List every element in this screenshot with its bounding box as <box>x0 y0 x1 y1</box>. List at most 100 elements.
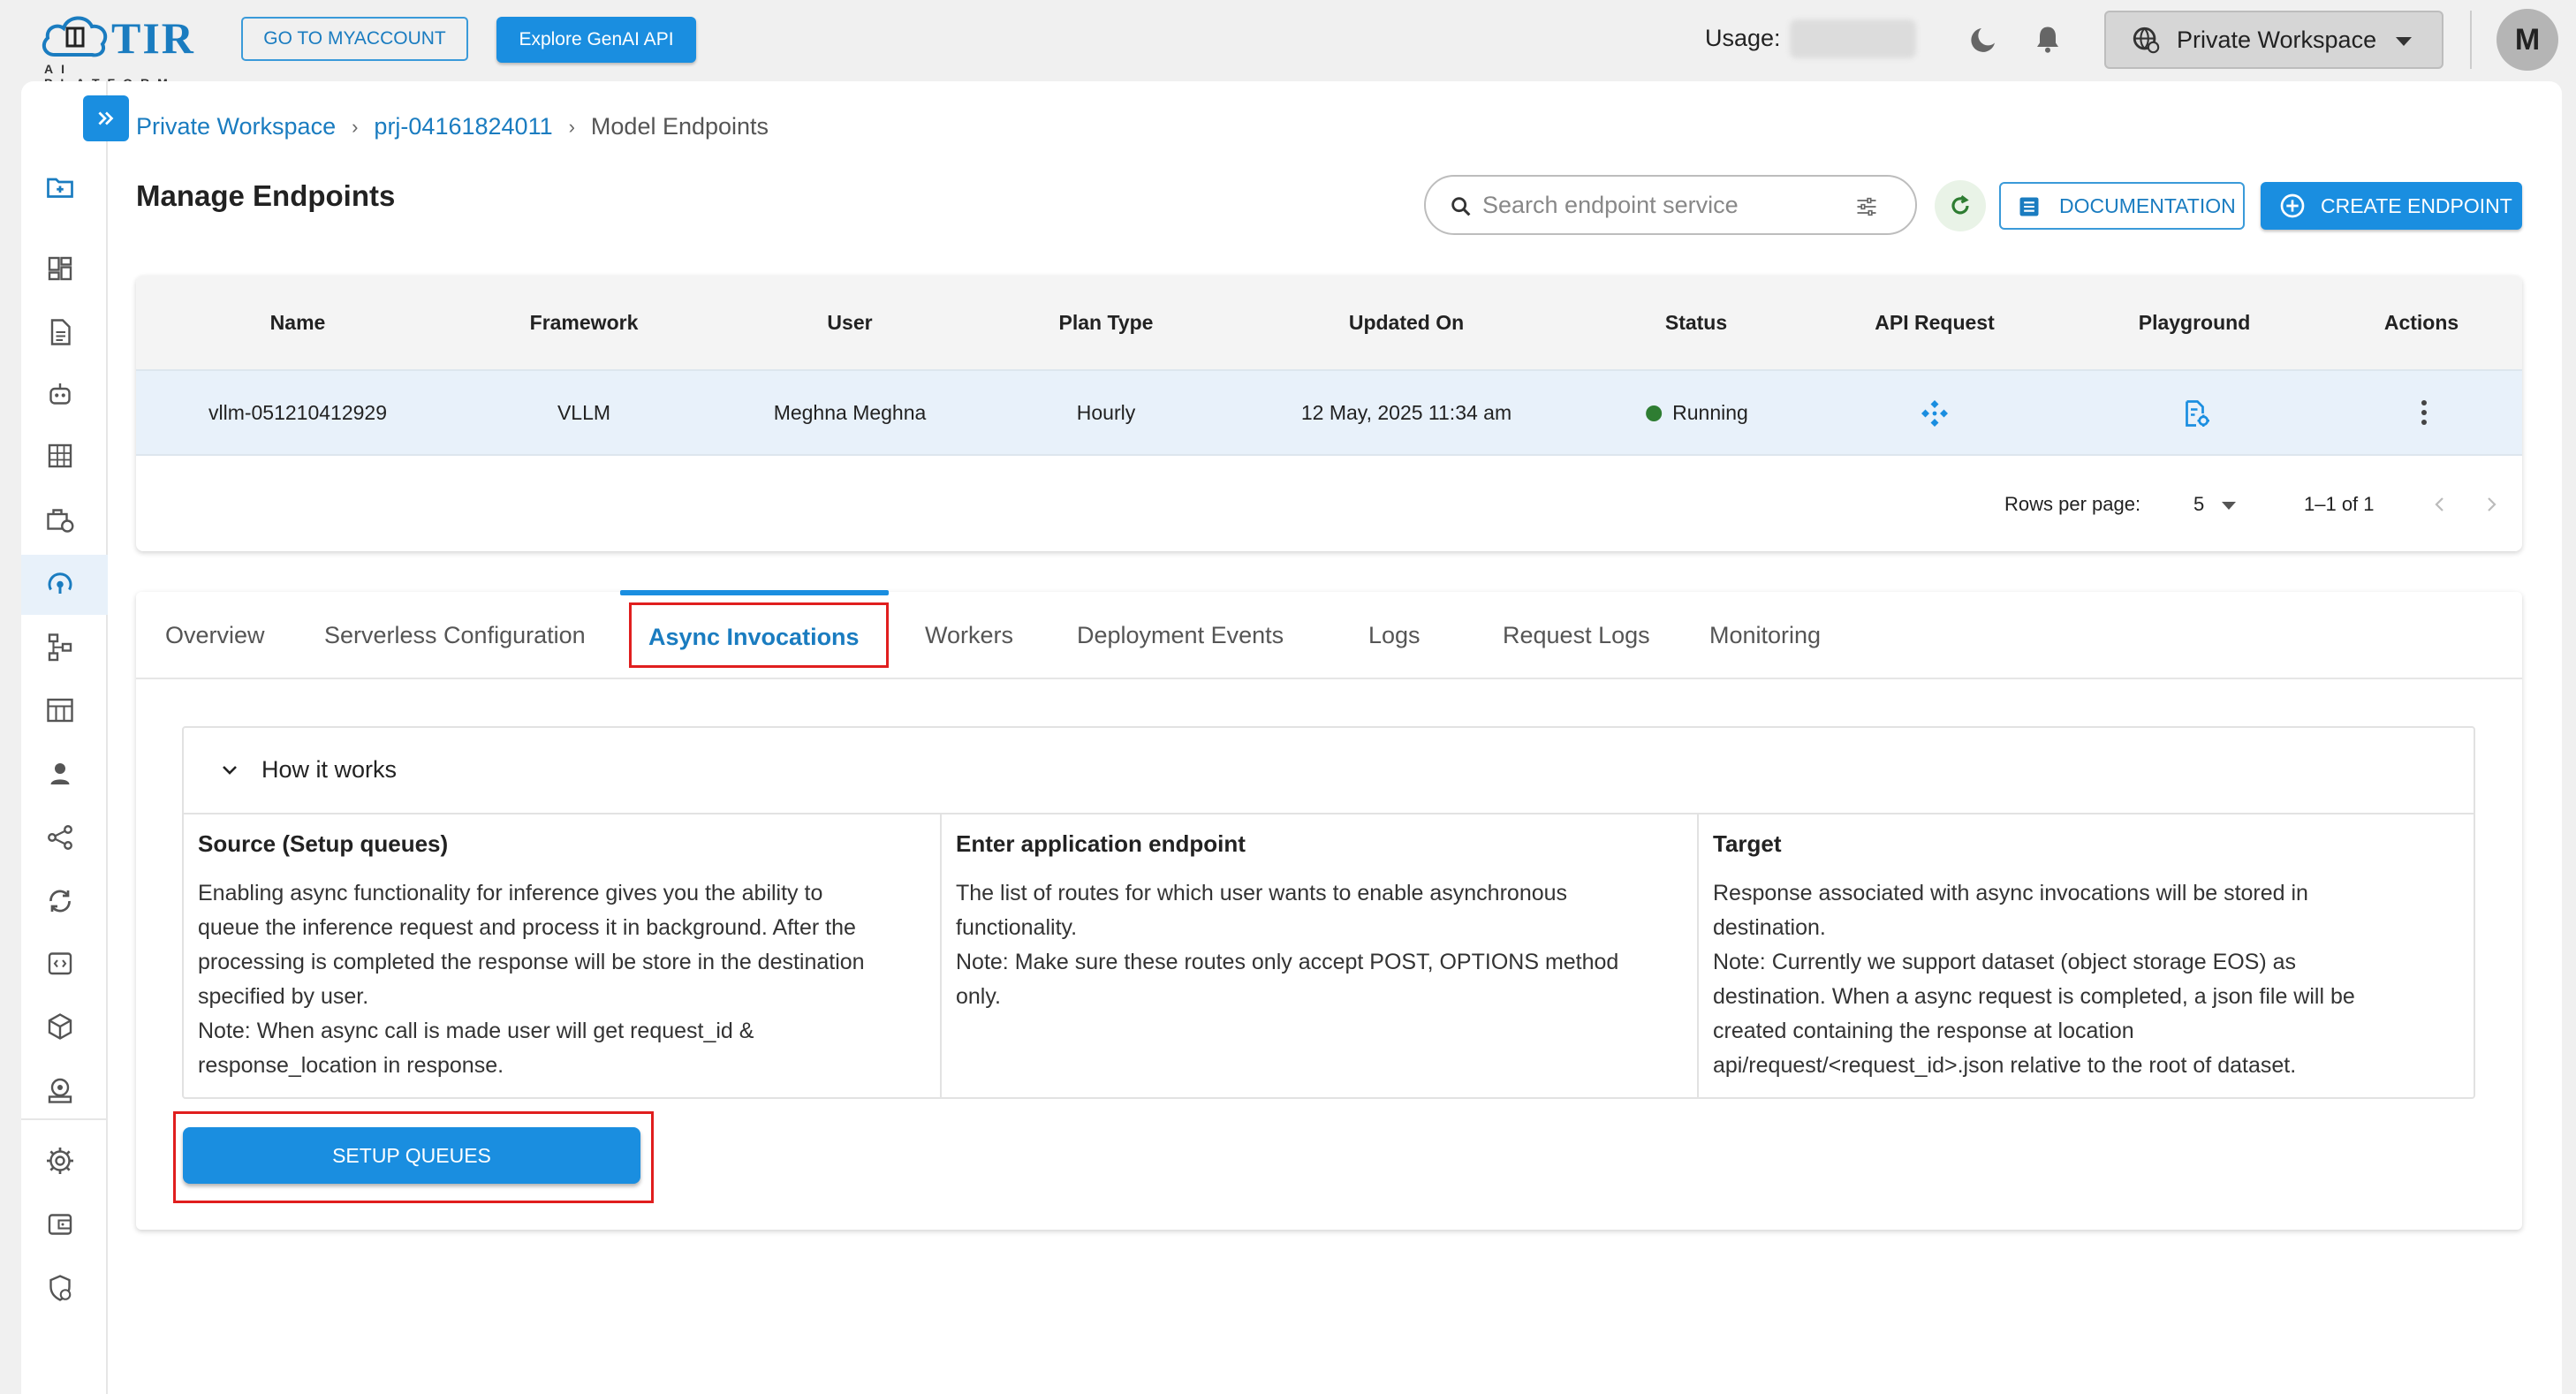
breadcrumb-current: Model Endpoints <box>590 113 769 140</box>
target-description: Response associated with async invocatio… <box>1713 876 2355 1083</box>
workspace-globe-icon <box>2133 27 2160 54</box>
monitor-icon[interactable] <box>41 1071 80 1110</box>
tir-logo[interactable]: TIR AI PLATFORM <box>39 9 198 90</box>
tab-monitoring[interactable]: Monitoring <box>1709 622 1821 649</box>
previous-page-icon[interactable] <box>2429 491 2451 518</box>
tab-deployment-events[interactable]: Deployment Events <box>1077 622 1284 649</box>
user-avatar[interactable]: M <box>2496 9 2558 71</box>
folder-plus-icon[interactable] <box>41 168 80 207</box>
refresh-button[interactable] <box>1935 180 1986 231</box>
notification-bell-icon[interactable] <box>2032 23 2064 55</box>
column-header-plan-type[interactable]: Plan Type <box>1059 311 1154 335</box>
status-text: Running <box>1672 401 1748 424</box>
pipeline-icon[interactable] <box>41 627 80 666</box>
text-line: functionality. <box>956 915 1078 940</box>
rows-per-page-label: Rows per page: <box>2004 493 2141 515</box>
workspace-label: Private Workspace <box>2177 26 2377 53</box>
top-bar: TIR AI PLATFORM GO TO MYACCOUNT Explore … <box>0 0 2576 90</box>
dark-mode-moon-icon[interactable] <box>1968 23 2000 55</box>
column-header-actions: Actions <box>2383 311 2459 334</box>
text-line: Enabling async functionality for inferen… <box>198 881 823 905</box>
chevron-down-icon <box>2396 37 2412 46</box>
more-actions-icon[interactable] <box>2421 400 2427 425</box>
explore-genai-api-button[interactable]: Explore GenAI API <box>496 17 696 63</box>
usage-label: Usage: <box>1705 25 1781 51</box>
cloud-logo-icon <box>42 16 108 57</box>
chevron-down-icon[interactable] <box>219 760 240 781</box>
text-line: api/request/<request_id>.json relative t… <box>1713 1053 2297 1078</box>
documentation-button[interactable]: DOCUMENTATION <box>1999 182 2245 230</box>
tab-logs[interactable]: Logs <box>1368 622 1421 649</box>
application-endpoint-title: Enter application endpoint <box>956 830 1246 857</box>
breadcrumb-workspace-link[interactable]: Private Workspace <box>136 113 336 140</box>
endpoint-icon[interactable] <box>41 564 80 602</box>
column-header-name[interactable]: Name <box>270 311 326 335</box>
api-request-icon[interactable] <box>1919 398 1951 429</box>
grid-icon[interactable] <box>41 436 80 475</box>
go-to-myaccount-button[interactable]: GO TO MYACCOUNT <box>241 17 468 61</box>
search-input[interactable]: Search endpoint service <box>1424 175 1917 235</box>
gear-icon[interactable] <box>41 1141 80 1180</box>
column-header-framework[interactable]: Framework <box>530 311 639 335</box>
tab-serverless-configuration[interactable]: Serverless Configuration <box>324 622 586 649</box>
breadcrumb-project-link[interactable]: prj-04161824011 <box>374 113 552 140</box>
create-endpoint-label: CREATE ENDPOINT <box>2321 193 2512 217</box>
page-title: Manage Endpoints <box>136 179 396 212</box>
highlight-box-async-tab <box>629 602 889 668</box>
text-line: queue the inference request and process … <box>198 915 856 940</box>
tab-overview[interactable]: Overview <box>165 622 265 649</box>
source-title: Source (Setup queues) <box>198 830 449 857</box>
tab-workers[interactable]: Workers <box>925 622 1013 649</box>
column-header-status[interactable]: Status <box>1665 311 1727 335</box>
refresh-icon <box>1951 195 1969 215</box>
robot-icon[interactable] <box>41 375 80 413</box>
table-icon[interactable] <box>41 691 80 730</box>
highlight-box-setup-queues <box>173 1111 654 1203</box>
text-line: Response associated with async invocatio… <box>1713 881 2308 905</box>
toolbox-clock-icon[interactable] <box>41 500 80 539</box>
next-page-icon[interactable] <box>2481 491 2502 518</box>
target-title: Target <box>1713 830 1782 857</box>
active-tab-indicator <box>620 590 889 595</box>
application-endpoint-description: The list of routes for which user wants … <box>956 876 1618 1014</box>
how-it-works-toggle[interactable]: How it works <box>261 756 397 784</box>
filter-sliders-icon[interactable] <box>1853 194 1880 219</box>
user-stamp-icon[interactable] <box>41 754 80 793</box>
text-line: response_location in response. <box>198 1053 504 1078</box>
share-nodes-icon[interactable] <box>41 818 80 857</box>
column-header-user[interactable]: User <box>827 311 872 335</box>
playground-settings-icon[interactable] <box>2180 398 2212 429</box>
document-icon[interactable] <box>41 313 80 352</box>
text-line: only. <box>956 984 1001 1009</box>
text-line: The list of routes for which user wants … <box>956 881 1568 905</box>
sidebar-separator <box>21 1118 108 1120</box>
tab-request-logs[interactable]: Request Logs <box>1503 622 1650 649</box>
tabs-divider <box>136 678 2522 679</box>
cube-icon[interactable] <box>41 1007 80 1046</box>
cell-status: Running <box>1646 401 1748 425</box>
shield-icon[interactable] <box>41 1269 80 1307</box>
text-line: specified by user. <box>198 984 369 1009</box>
dashboard-icon[interactable] <box>41 249 80 288</box>
cell-plan-type: Hourly <box>1076 401 1136 424</box>
sidebar-expand-button[interactable] <box>83 95 129 141</box>
column-header-playground: Playground <box>2138 311 2251 334</box>
code-box-icon[interactable] <box>41 943 80 982</box>
sync-icon[interactable] <box>41 882 80 920</box>
search-placeholder: Search endpoint service <box>1482 191 1739 218</box>
search-icon <box>1451 197 1471 216</box>
column-divider <box>940 814 942 1097</box>
documentation-label: DOCUMENTATION <box>2059 193 2236 217</box>
brand-name: TIR <box>111 13 195 63</box>
cell-endpoint-name[interactable]: vllm-051210412929 <box>208 401 387 425</box>
create-endpoint-button[interactable]: CREATE ENDPOINT <box>2261 182 2522 230</box>
column-header-updated-on[interactable]: Updated On <box>1349 311 1464 335</box>
breadcrumb-separator: › <box>352 115 359 138</box>
text-line: Note: Currently we support dataset (obje… <box>1713 950 2297 974</box>
rows-per-page-select[interactable]: 5 <box>2193 493 2204 516</box>
workspace-selector[interactable]: Private Workspace <box>2104 11 2443 69</box>
rows-per-page-dropdown-icon[interactable] <box>2222 502 2236 510</box>
wallet-icon[interactable] <box>41 1205 80 1244</box>
how-it-works-divider <box>182 813 2475 814</box>
top-divider <box>2470 11 2472 69</box>
